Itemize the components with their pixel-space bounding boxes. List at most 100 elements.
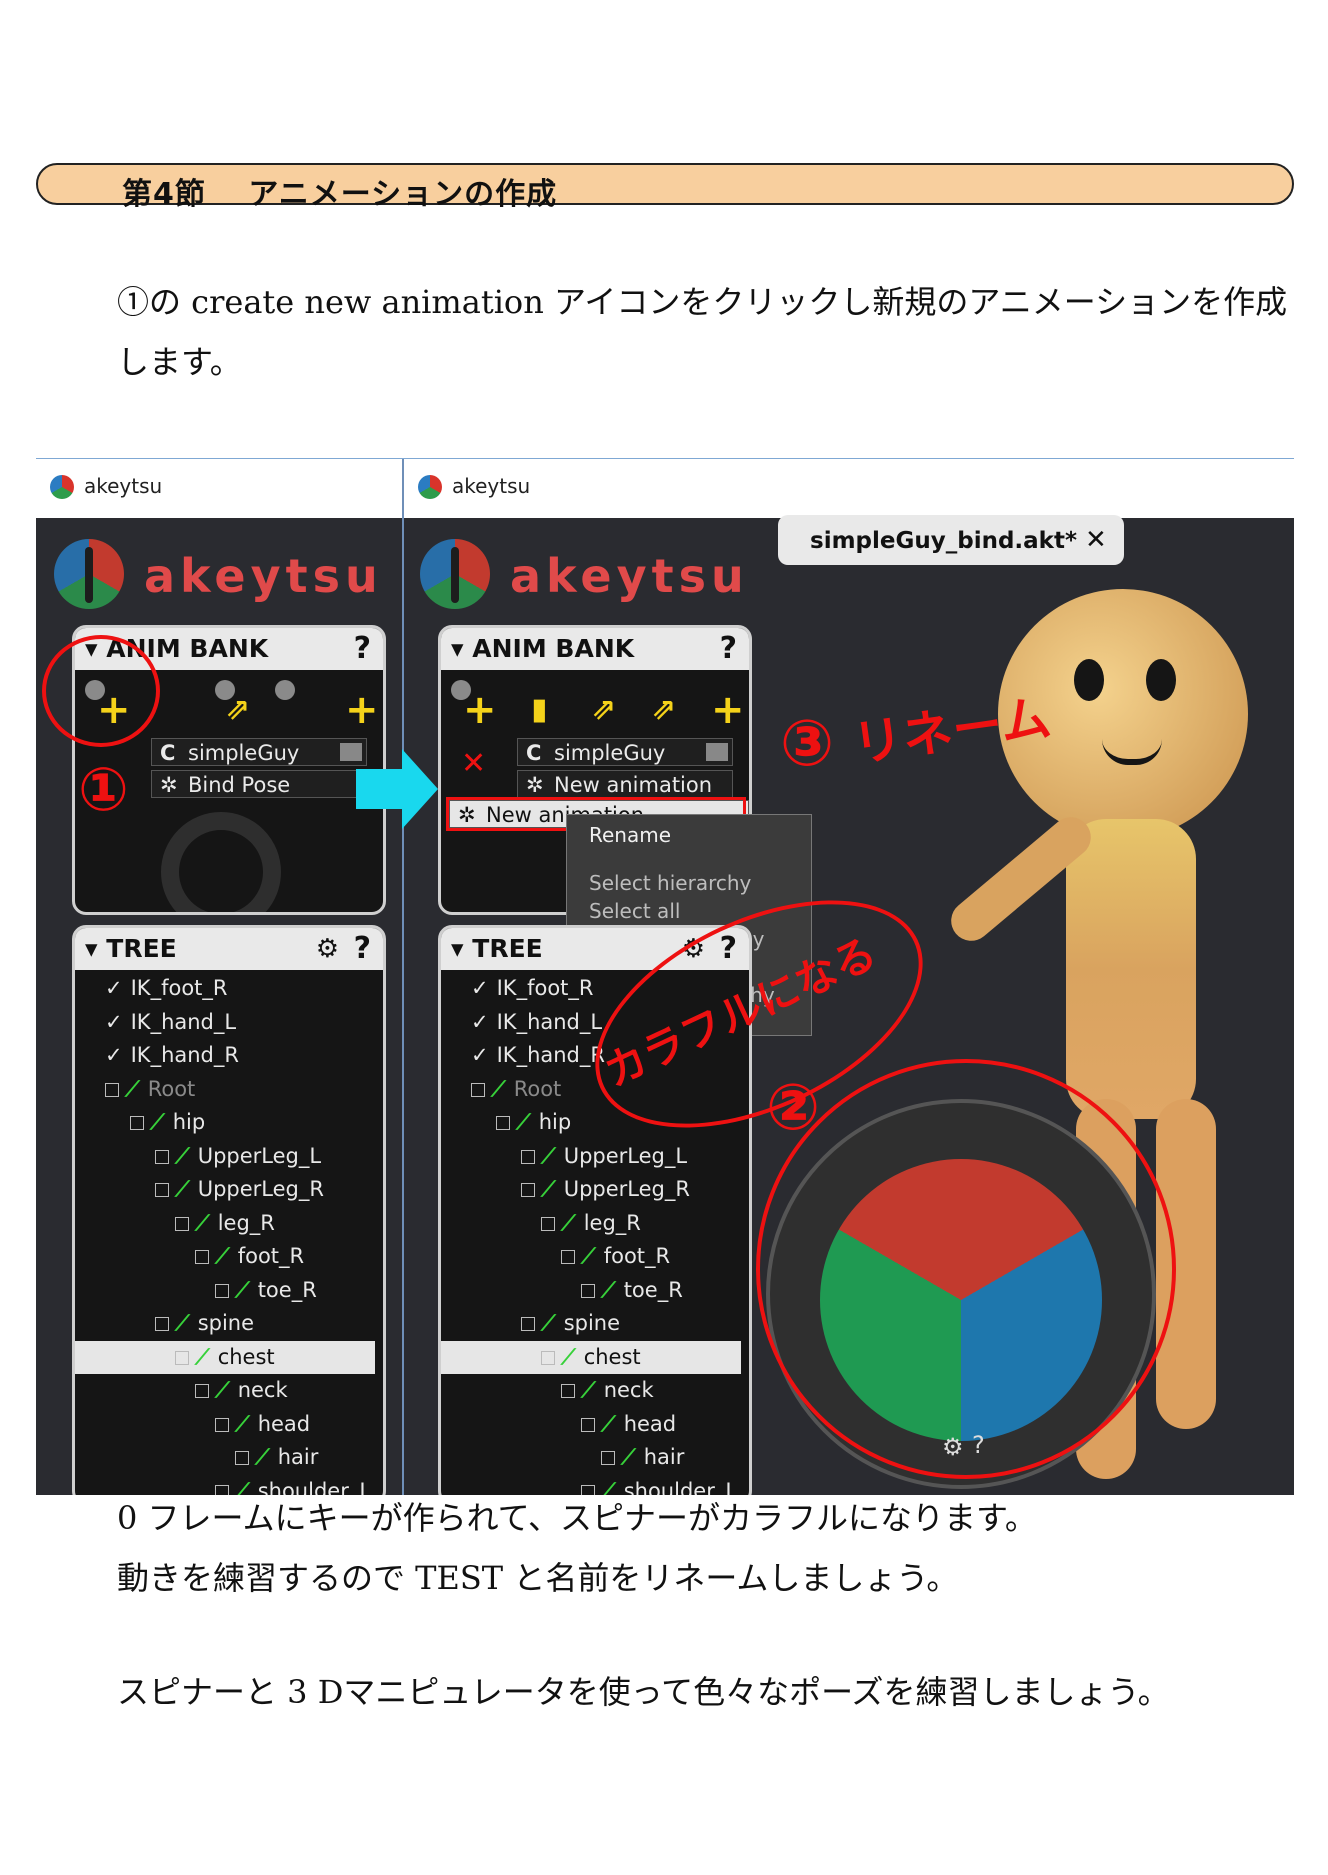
tree-item[interactable]: ⟋ spine: [441, 1307, 741, 1340]
bone-icon: ⟋: [601, 1411, 616, 1436]
expand-toggle-icon[interactable]: [105, 1082, 119, 1097]
expand-toggle-icon[interactable]: [471, 1082, 485, 1097]
expand-toggle-icon[interactable]: [581, 1283, 595, 1298]
paragraph-1-line-2: します。: [117, 343, 242, 381]
add-folder-button[interactable]: +: [711, 690, 745, 730]
close-icon[interactable]: ✕: [1085, 525, 1107, 555]
expand-toggle-icon[interactable]: [155, 1149, 169, 1164]
expand-toggle-icon[interactable]: [175, 1350, 189, 1365]
bone-icon: ⟋: [541, 1311, 556, 1335]
import-icon[interactable]: ⇗: [651, 690, 676, 730]
expand-toggle-icon[interactable]: [215, 1417, 229, 1432]
tree-item-label: chest: [583, 1344, 641, 1369]
tree-item[interactable]: ⟋ hair: [441, 1441, 741, 1474]
tree-item[interactable]: ⟋ neck: [441, 1374, 741, 1407]
copy-icon[interactable]: ▮: [531, 690, 548, 730]
help-icon[interactable]: ?: [720, 628, 737, 670]
tree-item-label: chest: [217, 1344, 275, 1369]
tree-item-label: UpperLeg_L: [197, 1143, 322, 1168]
expand-toggle-icon[interactable]: [561, 1250, 575, 1264]
ik-handle-icon: ✓: [471, 1043, 489, 1067]
delete-icon[interactable]: ✕: [461, 746, 486, 781]
tree-item[interactable]: ⟋ chest: [441, 1340, 741, 1374]
file-tab[interactable]: simpleGuy_bind.akt* ✕: [778, 515, 1124, 565]
app-icon: [418, 475, 442, 499]
tree-item[interactable]: ✓ IK_hand_R: [75, 1039, 375, 1072]
anim-item-label: New animation: [554, 773, 713, 797]
dropdown-arrow-icon[interactable]: [706, 743, 728, 761]
expand-toggle-icon[interactable]: [215, 1283, 229, 1298]
expand-toggle-icon[interactable]: [496, 1116, 510, 1130]
tree-item[interactable]: ⟋ hair: [75, 1441, 375, 1474]
expand-toggle-icon[interactable]: [175, 1216, 189, 1231]
bone-icon: ⟋: [195, 1210, 210, 1235]
annotation-number-1: ①: [78, 755, 129, 825]
tree-item[interactable]: ⟋ leg_R: [441, 1207, 741, 1240]
tree-item[interactable]: ⟋ neck: [75, 1374, 375, 1407]
expand-toggle-icon[interactable]: [581, 1417, 595, 1432]
tree-item[interactable]: ⟋ leg_R: [75, 1207, 375, 1240]
expand-toggle-icon[interactable]: [155, 1183, 169, 1197]
tree-item-label: toe_R: [257, 1277, 317, 1302]
tree-item[interactable]: ⟋ chest: [75, 1340, 375, 1374]
tree-item[interactable]: ⟋ UpperLeg_R: [75, 1173, 375, 1206]
gear-icon[interactable]: ⚙: [316, 928, 339, 970]
dropdown-arrow-icon[interactable]: [340, 743, 362, 761]
character-icon: C: [160, 741, 176, 765]
tree-item-label: spine: [197, 1311, 255, 1335]
annotation-circle: [42, 635, 160, 747]
bone-icon: ⟋: [235, 1411, 250, 1436]
anim-item-bind-pose[interactable]: ✲ Bind Pose: [151, 770, 367, 798]
expand-toggle-icon[interactable]: [195, 1384, 209, 1398]
tree-item[interactable]: ⟋ toe_R: [441, 1274, 741, 1307]
left-tree-header[interactable]: ▾ TREE ⚙?: [75, 928, 383, 970]
expand-toggle-icon[interactable]: [155, 1317, 169, 1331]
bone-icon: ⟋: [561, 1344, 576, 1369]
create-new-animation-button[interactable]: +: [463, 690, 497, 730]
tree-item-label: IK_hand_R: [496, 1043, 605, 1067]
expand-toggle-icon[interactable]: [195, 1250, 209, 1264]
tree-item[interactable]: ⟋ spine: [75, 1307, 375, 1340]
expand-toggle-icon[interactable]: [561, 1384, 575, 1398]
left-logo-text: akeytsu: [144, 549, 383, 603]
right-anim-bank-header[interactable]: ▾ ANIM BANK?: [441, 628, 749, 670]
tree-item[interactable]: ⟋ foot_R: [75, 1240, 375, 1273]
export-icon[interactable]: ⇗: [225, 690, 250, 730]
expand-toggle-icon[interactable]: [521, 1149, 535, 1164]
tree-item-label: IK_hand_R: [130, 1043, 239, 1067]
bone-icon: ⟋: [195, 1344, 210, 1369]
tree-item[interactable]: ✓ IK_foot_R: [75, 972, 375, 1005]
tree-item[interactable]: ⟋ UpperLeg_L: [441, 1140, 741, 1173]
tree-item[interactable]: ⟋ foot_R: [441, 1240, 741, 1273]
tree-item[interactable]: ⟋ Root: [75, 1073, 375, 1106]
expand-toggle-icon[interactable]: [130, 1116, 144, 1130]
tree-item[interactable]: ⟋ hip: [75, 1106, 375, 1139]
tree-item[interactable]: ⟋ toe_R: [75, 1274, 375, 1307]
tree-item[interactable]: ⟋ UpperLeg_L: [75, 1140, 375, 1173]
character-selector[interactable]: CsimpleGuy: [517, 738, 733, 766]
help-icon[interactable]: ?: [354, 928, 371, 970]
export-icon[interactable]: ⇗: [591, 690, 616, 730]
context-menu-item[interactable]: Select hierarchy: [567, 869, 811, 897]
bone-icon: ⟋: [601, 1277, 616, 1302]
tree-item[interactable]: ⟋ head: [441, 1408, 741, 1441]
tree-item[interactable]: ⟋ head: [75, 1408, 375, 1441]
anim-item-new-animation[interactable]: ✲ New animation: [517, 770, 733, 798]
expand-toggle-icon[interactable]: [541, 1216, 555, 1231]
tree-item-label: hair: [277, 1445, 319, 1469]
bone-icon: ⟋: [491, 1076, 506, 1101]
right-window-titlebar: akeytsu: [404, 459, 1294, 518]
tree-item[interactable]: ✓ IK_hand_L: [75, 1006, 375, 1039]
expand-toggle-icon[interactable]: [521, 1317, 535, 1331]
add-folder-button[interactable]: +: [345, 690, 379, 730]
ik-handle-icon: ✓: [105, 1043, 123, 1067]
right-tree-title: TREE: [472, 934, 543, 963]
expand-toggle-icon[interactable]: [541, 1350, 555, 1365]
expand-toggle-icon[interactable]: [235, 1451, 249, 1465]
context-menu-item[interactable]: Rename: [567, 821, 811, 849]
expand-toggle-icon[interactable]: [521, 1183, 535, 1197]
help-icon[interactable]: ?: [354, 628, 371, 670]
expand-toggle-icon[interactable]: [601, 1451, 615, 1465]
tree-item[interactable]: ⟋ UpperLeg_R: [441, 1173, 741, 1206]
character-selector[interactable]: CsimpleGuy: [151, 738, 367, 766]
